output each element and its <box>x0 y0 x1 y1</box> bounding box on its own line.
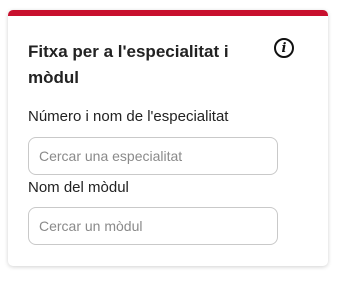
specialty-label: Número i nom de l'especialitat <box>28 108 229 125</box>
module-search-input[interactable] <box>28 207 278 245</box>
card-title: Fitxa per a l'especialitat i mòdul <box>28 42 229 87</box>
card-accent-bar <box>8 10 328 16</box>
specialty-search-input[interactable] <box>28 137 278 175</box>
info-icon[interactable]: i <box>274 38 294 58</box>
module-label: Nom del mòdul <box>28 179 129 196</box>
specialty-module-card: Fitxa per a l'especialitat i mòdul i Núm… <box>8 10 328 266</box>
